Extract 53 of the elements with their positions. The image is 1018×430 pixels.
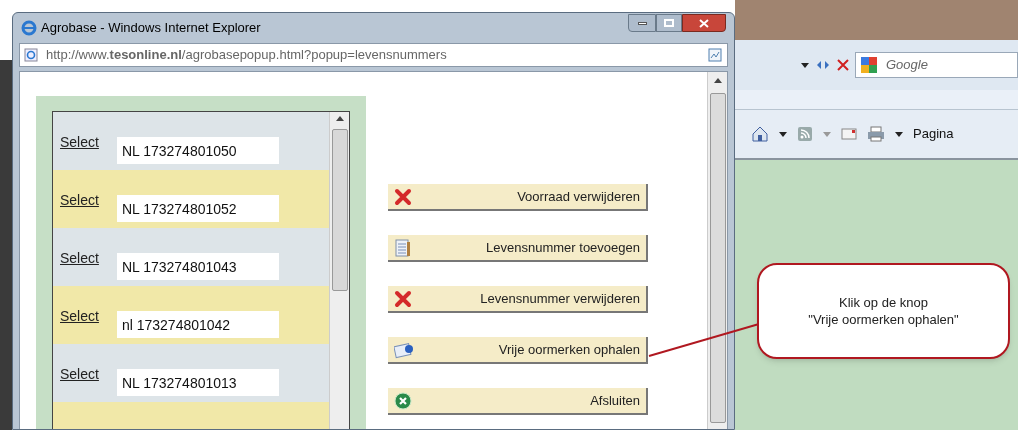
mail-icon[interactable] (841, 128, 857, 140)
dropdown-caret-icon[interactable] (779, 131, 787, 137)
action-button[interactable]: Voorraad verwijderen (388, 184, 648, 211)
cross-icon (394, 187, 412, 206)
cross-icon (394, 289, 412, 308)
refresh-icon[interactable] (815, 58, 831, 72)
dropdown-caret-icon[interactable] (801, 62, 809, 68)
window-title: Agrobase - Windows Internet Explorer (41, 19, 261, 38)
page-report-icon (707, 47, 723, 63)
close-icon (699, 18, 709, 28)
browser-logo-icon (21, 20, 37, 36)
scroll-thumb[interactable] (331, 129, 348, 291)
action-button[interactable]: Levensnummer toevoegen (388, 235, 648, 262)
search-field[interactable]: Google (855, 52, 1018, 78)
select-link[interactable]: Select (60, 364, 99, 385)
address-url: http://www.tesonline.nl/agrobasepopup.html?popup=levensnummers (46, 46, 447, 65)
close-button[interactable] (682, 14, 726, 32)
dropdown-caret-icon[interactable] (895, 131, 903, 137)
callout-text: Klik op de knop (839, 294, 928, 311)
scroll-up-icon (713, 78, 722, 83)
maximize-icon (664, 19, 674, 27)
home-icon[interactable] (751, 125, 769, 143)
feed-icon[interactable] (797, 126, 813, 142)
notepad-icon (394, 238, 412, 257)
search-placeholder: Google (886, 56, 928, 75)
select-link[interactable]: Select (60, 306, 99, 327)
page-menu[interactable]: Pagina (913, 124, 954, 144)
select-link[interactable]: Select (60, 190, 99, 211)
number-field[interactable]: NL 173274801043 (116, 253, 279, 280)
select-link[interactable]: Select (60, 132, 99, 153)
printer-icon[interactable] (867, 126, 885, 142)
callout-text: "Vrije oormerken ophalen" (808, 311, 959, 328)
action-button[interactable]: Afsluiten (388, 388, 648, 415)
number-field[interactable]: NL 173274801050 (116, 137, 279, 164)
minimize-button[interactable] (628, 14, 656, 32)
number-field[interactable]: NL 173274801052 (116, 195, 279, 222)
google-logo-icon (860, 56, 878, 74)
scroll-up-icon (335, 116, 344, 121)
action-button[interactable]: Levensnummer verwijderen (388, 286, 648, 313)
number-field[interactable]: nl 173274801042 (116, 311, 279, 338)
action-button[interactable]: Vrije oormerken ophalen (388, 337, 648, 364)
page-scrollbar[interactable] (707, 72, 727, 429)
maximize-button[interactable] (656, 14, 682, 32)
close-circle-icon (394, 391, 412, 410)
number-field[interactable]: NL 173274801013 (116, 369, 279, 396)
stop-icon[interactable] (837, 59, 849, 71)
select-link[interactable]: Select (60, 248, 99, 269)
address-bar[interactable]: http://www.tesonline.nl/agrobasepopup.html?popup=levensnummers (19, 43, 728, 67)
minimize-icon (637, 21, 647, 25)
page-icon (24, 48, 38, 62)
scroll-thumb[interactable] (709, 93, 726, 423)
envelope-icon (394, 340, 414, 359)
scrollbar[interactable] (329, 112, 349, 429)
